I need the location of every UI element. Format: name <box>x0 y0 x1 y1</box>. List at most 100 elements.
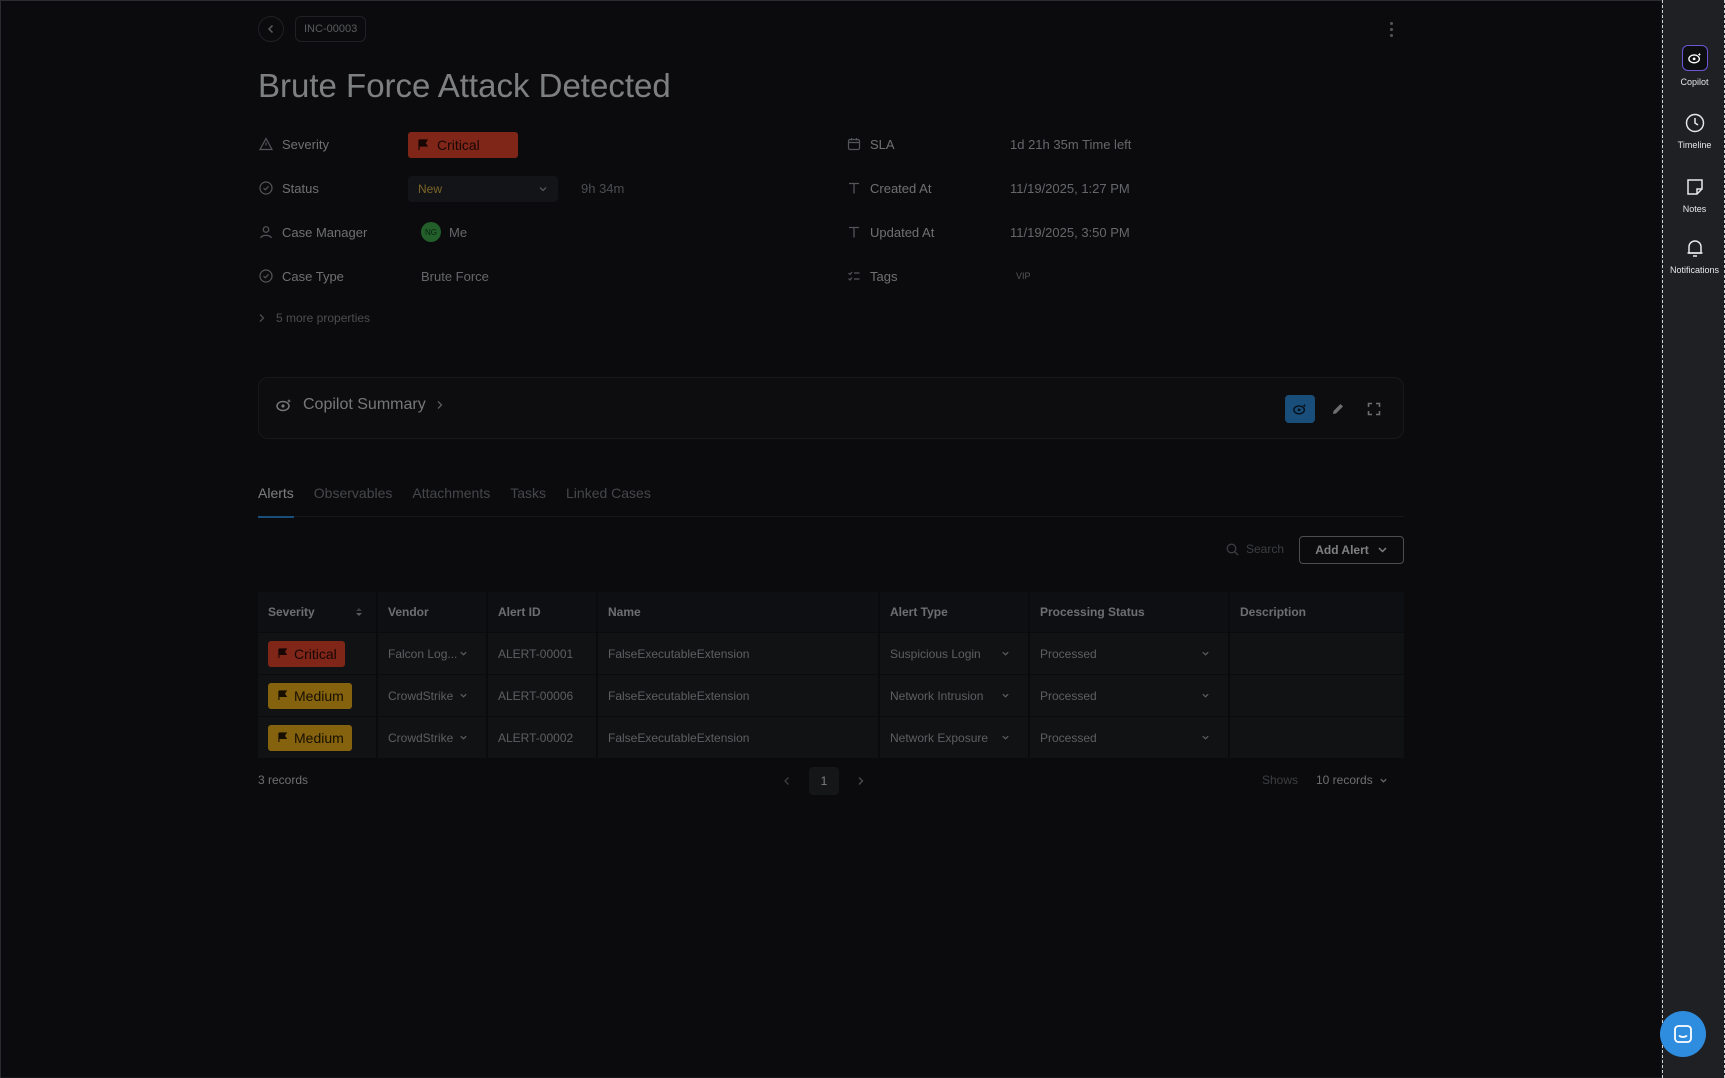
tab-linked-cases[interactable]: Linked Cases <box>566 481 651 517</box>
case-type-value[interactable]: Brute Force <box>421 264 489 288</box>
case-id-badge: INC-00003 <box>295 16 367 42</box>
sidebar-item-notes[interactable]: Notes <box>1663 176 1725 214</box>
more-properties-toggle[interactable]: 5 more properties <box>258 311 370 325</box>
chevron-left-icon[interactable] <box>783 776 791 786</box>
alert-type-select[interactable]: Network Intrusion <box>880 675 1030 716</box>
expand-summary-button[interactable] <box>1359 395 1389 423</box>
status-select[interactable]: New <box>408 176 558 202</box>
chevron-right-icon[interactable] <box>857 776 865 786</box>
created-at-value: 11/19/2025, 1:27 PM <box>1010 180 1130 196</box>
bell-icon <box>1687 240 1702 257</box>
column-header-name[interactable]: Name <box>598 592 880 632</box>
severity-value-badge[interactable]: Critical <box>408 132 518 158</box>
sidebar-item-copilot[interactable]: Copilot <box>1663 45 1725 87</box>
chat-launcher-button[interactable] <box>1660 1011 1706 1057</box>
severity-text: Medium <box>294 729 344 746</box>
column-header-alert-id[interactable]: Alert ID <box>488 592 598 632</box>
alert-id-cell: ALERT-00002 <box>488 717 598 758</box>
alert-name-cell[interactable]: FalseExecutableExtension <box>598 717 880 758</box>
tab-tasks[interactable]: Tasks <box>510 481 546 517</box>
column-header-alert-type[interactable]: Alert Type <box>880 592 1030 632</box>
processing-status-value: Processed <box>1040 688 1097 703</box>
alert-name-cell[interactable]: FalseExecutableExtension <box>598 633 880 674</box>
chevron-right-icon <box>437 401 443 409</box>
back-button[interactable] <box>258 16 284 42</box>
vendor-value: CrowdStrike <box>388 730 454 745</box>
more-options-icon[interactable] <box>1381 16 1401 42</box>
vendor-select[interactable]: Falcon Log... <box>378 633 488 674</box>
vendor-select[interactable]: CrowdStrike <box>378 675 488 716</box>
processing-status-select[interactable]: Processed <box>1030 717 1230 758</box>
table-row[interactable]: Critical Falcon Log... ALERT-00001 False… <box>258 632 1404 674</box>
processing-status-select[interactable]: Processed <box>1030 633 1230 674</box>
page-size-select[interactable]: 10 records <box>1316 773 1388 787</box>
flag-icon <box>418 139 429 150</box>
sidebar-item-label: Copilot <box>1680 77 1709 87</box>
alert-type-value: Network Exposure <box>890 730 989 745</box>
alert-name-cell[interactable]: FalseExecutableExtension <box>598 675 880 716</box>
page-title: Brute Force Attack Detected <box>258 67 671 104</box>
search-input[interactable]: Search <box>1226 542 1284 556</box>
processing-status-value: Processed <box>1040 730 1097 745</box>
sla-property: SLA <box>846 132 895 156</box>
chevron-down-icon <box>1380 778 1387 783</box>
generate-summary-button[interactable] <box>1285 395 1315 423</box>
check-circle-icon <box>258 268 274 284</box>
alert-type-select[interactable]: Network Exposure <box>880 717 1030 758</box>
clock-icon <box>1685 113 1704 133</box>
vendor-value: CrowdStrike <box>388 688 454 703</box>
page-button[interactable]: 1 <box>809 767 839 795</box>
alerts-table: Severity Vendor Alert ID Name Alert Type… <box>258 592 1404 758</box>
record-count: 3 records <box>258 773 309 787</box>
tag-chip[interactable]: VIP <box>1016 264 1031 288</box>
header-label: Severity <box>268 605 315 619</box>
alert-type-value: Network Intrusion <box>890 688 984 703</box>
copilot-summary-header[interactable]: Copilot Summary <box>275 396 444 414</box>
column-header-vendor[interactable]: Vendor <box>378 592 488 632</box>
case-manager-name: Me <box>449 224 468 240</box>
tags-property: Tags <box>846 264 897 288</box>
tab-attachments[interactable]: Attachments <box>412 481 490 517</box>
app-root: INC-00003 Brute Force Attack Detected Se… <box>0 0 1725 1078</box>
case-manager-value[interactable]: NG Me <box>421 220 467 244</box>
flag-icon <box>278 690 288 701</box>
sidebar-item-notifications[interactable]: Notifications <box>1663 237 1725 275</box>
case-manager-property: Case Manager <box>258 220 367 244</box>
modal-overlay <box>1 1 1663 1078</box>
sort-icon[interactable] <box>354 606 364 618</box>
column-header-description[interactable]: Description <box>1230 592 1404 632</box>
copilot-icon <box>1681 45 1708 71</box>
chevron-down-icon <box>539 187 547 192</box>
description-cell <box>1230 675 1404 716</box>
calendar-icon <box>846 136 862 152</box>
vendor-select[interactable]: CrowdStrike <box>378 717 488 758</box>
edit-summary-button[interactable] <box>1323 395 1353 423</box>
table-row[interactable]: Medium CrowdStrike ALERT-00002 FalseExec… <box>258 716 1404 758</box>
page-size-value: 10 records <box>1316 773 1373 787</box>
chevron-down-icon <box>460 651 467 656</box>
chevron-down-icon <box>460 735 467 740</box>
tab-alerts[interactable]: Alerts <box>258 481 294 518</box>
column-header-processing-status[interactable]: Processing Status <box>1030 592 1230 632</box>
table-footer: 3 records 1 Shows 10 records <box>258 767 1404 795</box>
case-type-property: Case Type <box>258 264 344 288</box>
column-header-severity[interactable]: Severity <box>258 592 378 632</box>
description-cell <box>1230 717 1404 758</box>
sidebar-item-label: Notes <box>1682 204 1707 214</box>
table-row[interactable]: Medium CrowdStrike ALERT-00006 FalseExec… <box>258 674 1404 716</box>
more-properties-label: 5 more properties <box>276 311 371 325</box>
add-alert-button[interactable]: Add Alert <box>1299 536 1404 564</box>
alert-type-select[interactable]: Suspicious Login <box>880 633 1030 674</box>
check-circle-icon <box>258 180 274 196</box>
tab-observables[interactable]: Observables <box>314 481 393 517</box>
severity-badge: Medium <box>268 682 352 709</box>
chevron-right-icon <box>259 314 265 322</box>
alert-type-value: Suspicious Login <box>890 646 981 661</box>
warning-triangle-icon <box>258 136 274 152</box>
sidebar-item-timeline[interactable]: Timeline <box>1663 112 1725 150</box>
processing-status-select[interactable]: Processed <box>1030 675 1230 716</box>
copilot-summary-card: Copilot Summary <box>258 377 1404 439</box>
severity-label: Severity <box>282 136 329 152</box>
search-icon <box>1226 543 1239 555</box>
tags-label: Tags <box>870 268 898 284</box>
